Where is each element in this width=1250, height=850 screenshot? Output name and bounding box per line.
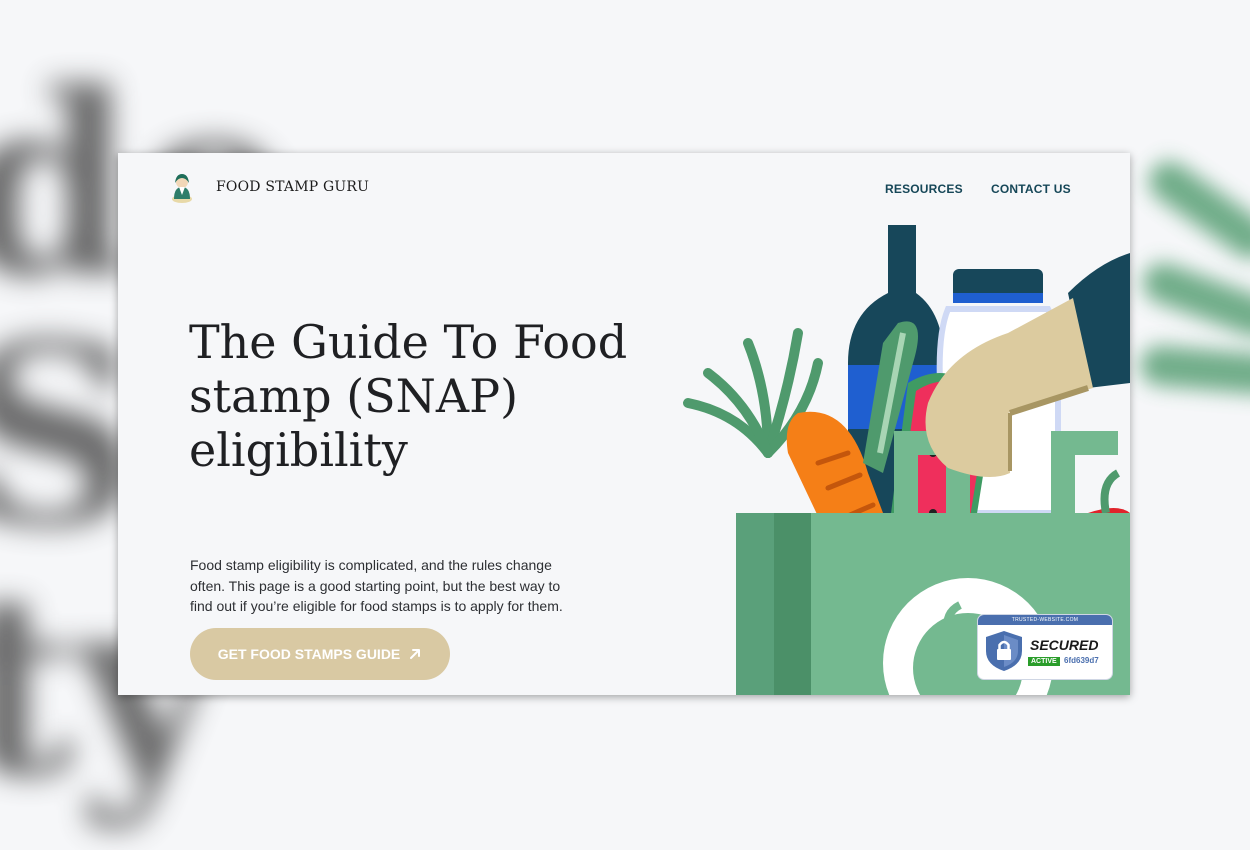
nav-contact-link[interactable]: CONTACT US [991,182,1071,196]
badge-site-name: TRUSTED-WEBSITE.COM [978,615,1112,625]
nav-resources-link[interactable]: RESOURCES [885,182,963,196]
get-guide-button[interactable]: GET FOOD STAMPS GUIDE [190,628,450,680]
arrow-up-right-icon [410,649,421,659]
trusted-website-badge[interactable]: TRUSTED-WEBSITE.COM SECURED ACTIVE 6fd63… [978,615,1112,679]
badge-status: ACTIVE [1028,657,1060,666]
backdrop-leaf [1141,153,1250,267]
site-preview-card: FOOD STAMP GURU RESOURCES CONTACT US The… [118,153,1130,695]
get-guide-button-label: GET FOOD STAMPS GUIDE [217,646,401,662]
badge-secured-label: SECURED [1030,637,1099,653]
hero-title: The Guide To Food stamp (SNAP) eligibili… [189,315,628,477]
backdrop-leaf [1138,343,1250,397]
hero-description: Food stamp eligibility is complicated, a… [190,557,563,614]
shield-lock-icon [986,631,1022,671]
brand-name[interactable]: FOOD STAMP GURU [216,179,369,195]
badge-code: 6fd639d7 [1064,656,1099,665]
guru-logo-icon[interactable] [170,173,194,203]
backdrop-leaf [1137,257,1250,343]
